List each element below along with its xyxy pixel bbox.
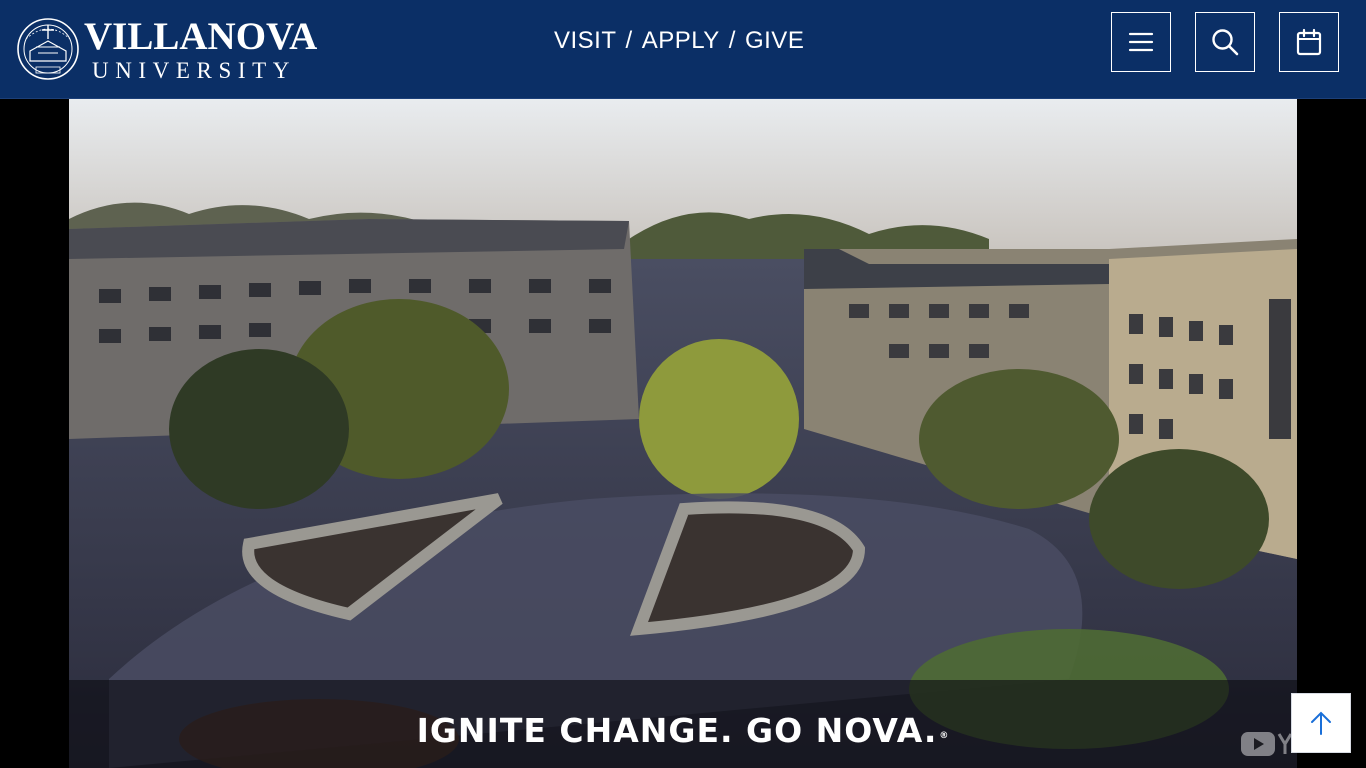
nav-separator: / [625, 27, 633, 54]
apply-link[interactable]: APPLY [642, 27, 720, 55]
video-caption: IGNITE CHANGE. GO NOVA. ® [69, 711, 1297, 750]
university-logo-link[interactable]: VILLANOVA UNIVERSITY [16, 16, 317, 82]
youtube-icon[interactable] [1241, 730, 1297, 756]
registered-mark: ® [939, 731, 950, 741]
calendar-icon [1296, 28, 1322, 56]
calendar-button[interactable] [1279, 12, 1339, 72]
campus-aerial-image [69, 99, 1297, 768]
logo-wordmark: VILLANOVA [84, 15, 318, 58]
give-link[interactable]: GIVE [745, 27, 804, 55]
menu-button[interactable] [1111, 12, 1171, 72]
search-icon [1212, 29, 1239, 56]
hero-video[interactable]: IGNITE CHANGE. GO NOVA. ® [69, 99, 1297, 768]
menu-icon [1128, 32, 1154, 52]
arrow-up-icon [1311, 711, 1331, 735]
caption-text: IGNITE CHANGE. GO NOVA. [416, 711, 938, 750]
logo-subtitle: UNIVERSITY [92, 58, 296, 83]
visit-link[interactable]: VISIT [554, 27, 617, 55]
university-seal-icon [17, 18, 79, 80]
utility-nav: VISIT / APPLY / GIVE [554, 27, 804, 55]
search-button[interactable] [1195, 12, 1255, 72]
nav-separator: / [728, 27, 736, 54]
site-header: VILLANOVA UNIVERSITY VISIT / APPLY / GIV… [0, 0, 1366, 99]
back-to-top-button[interactable] [1291, 693, 1351, 753]
